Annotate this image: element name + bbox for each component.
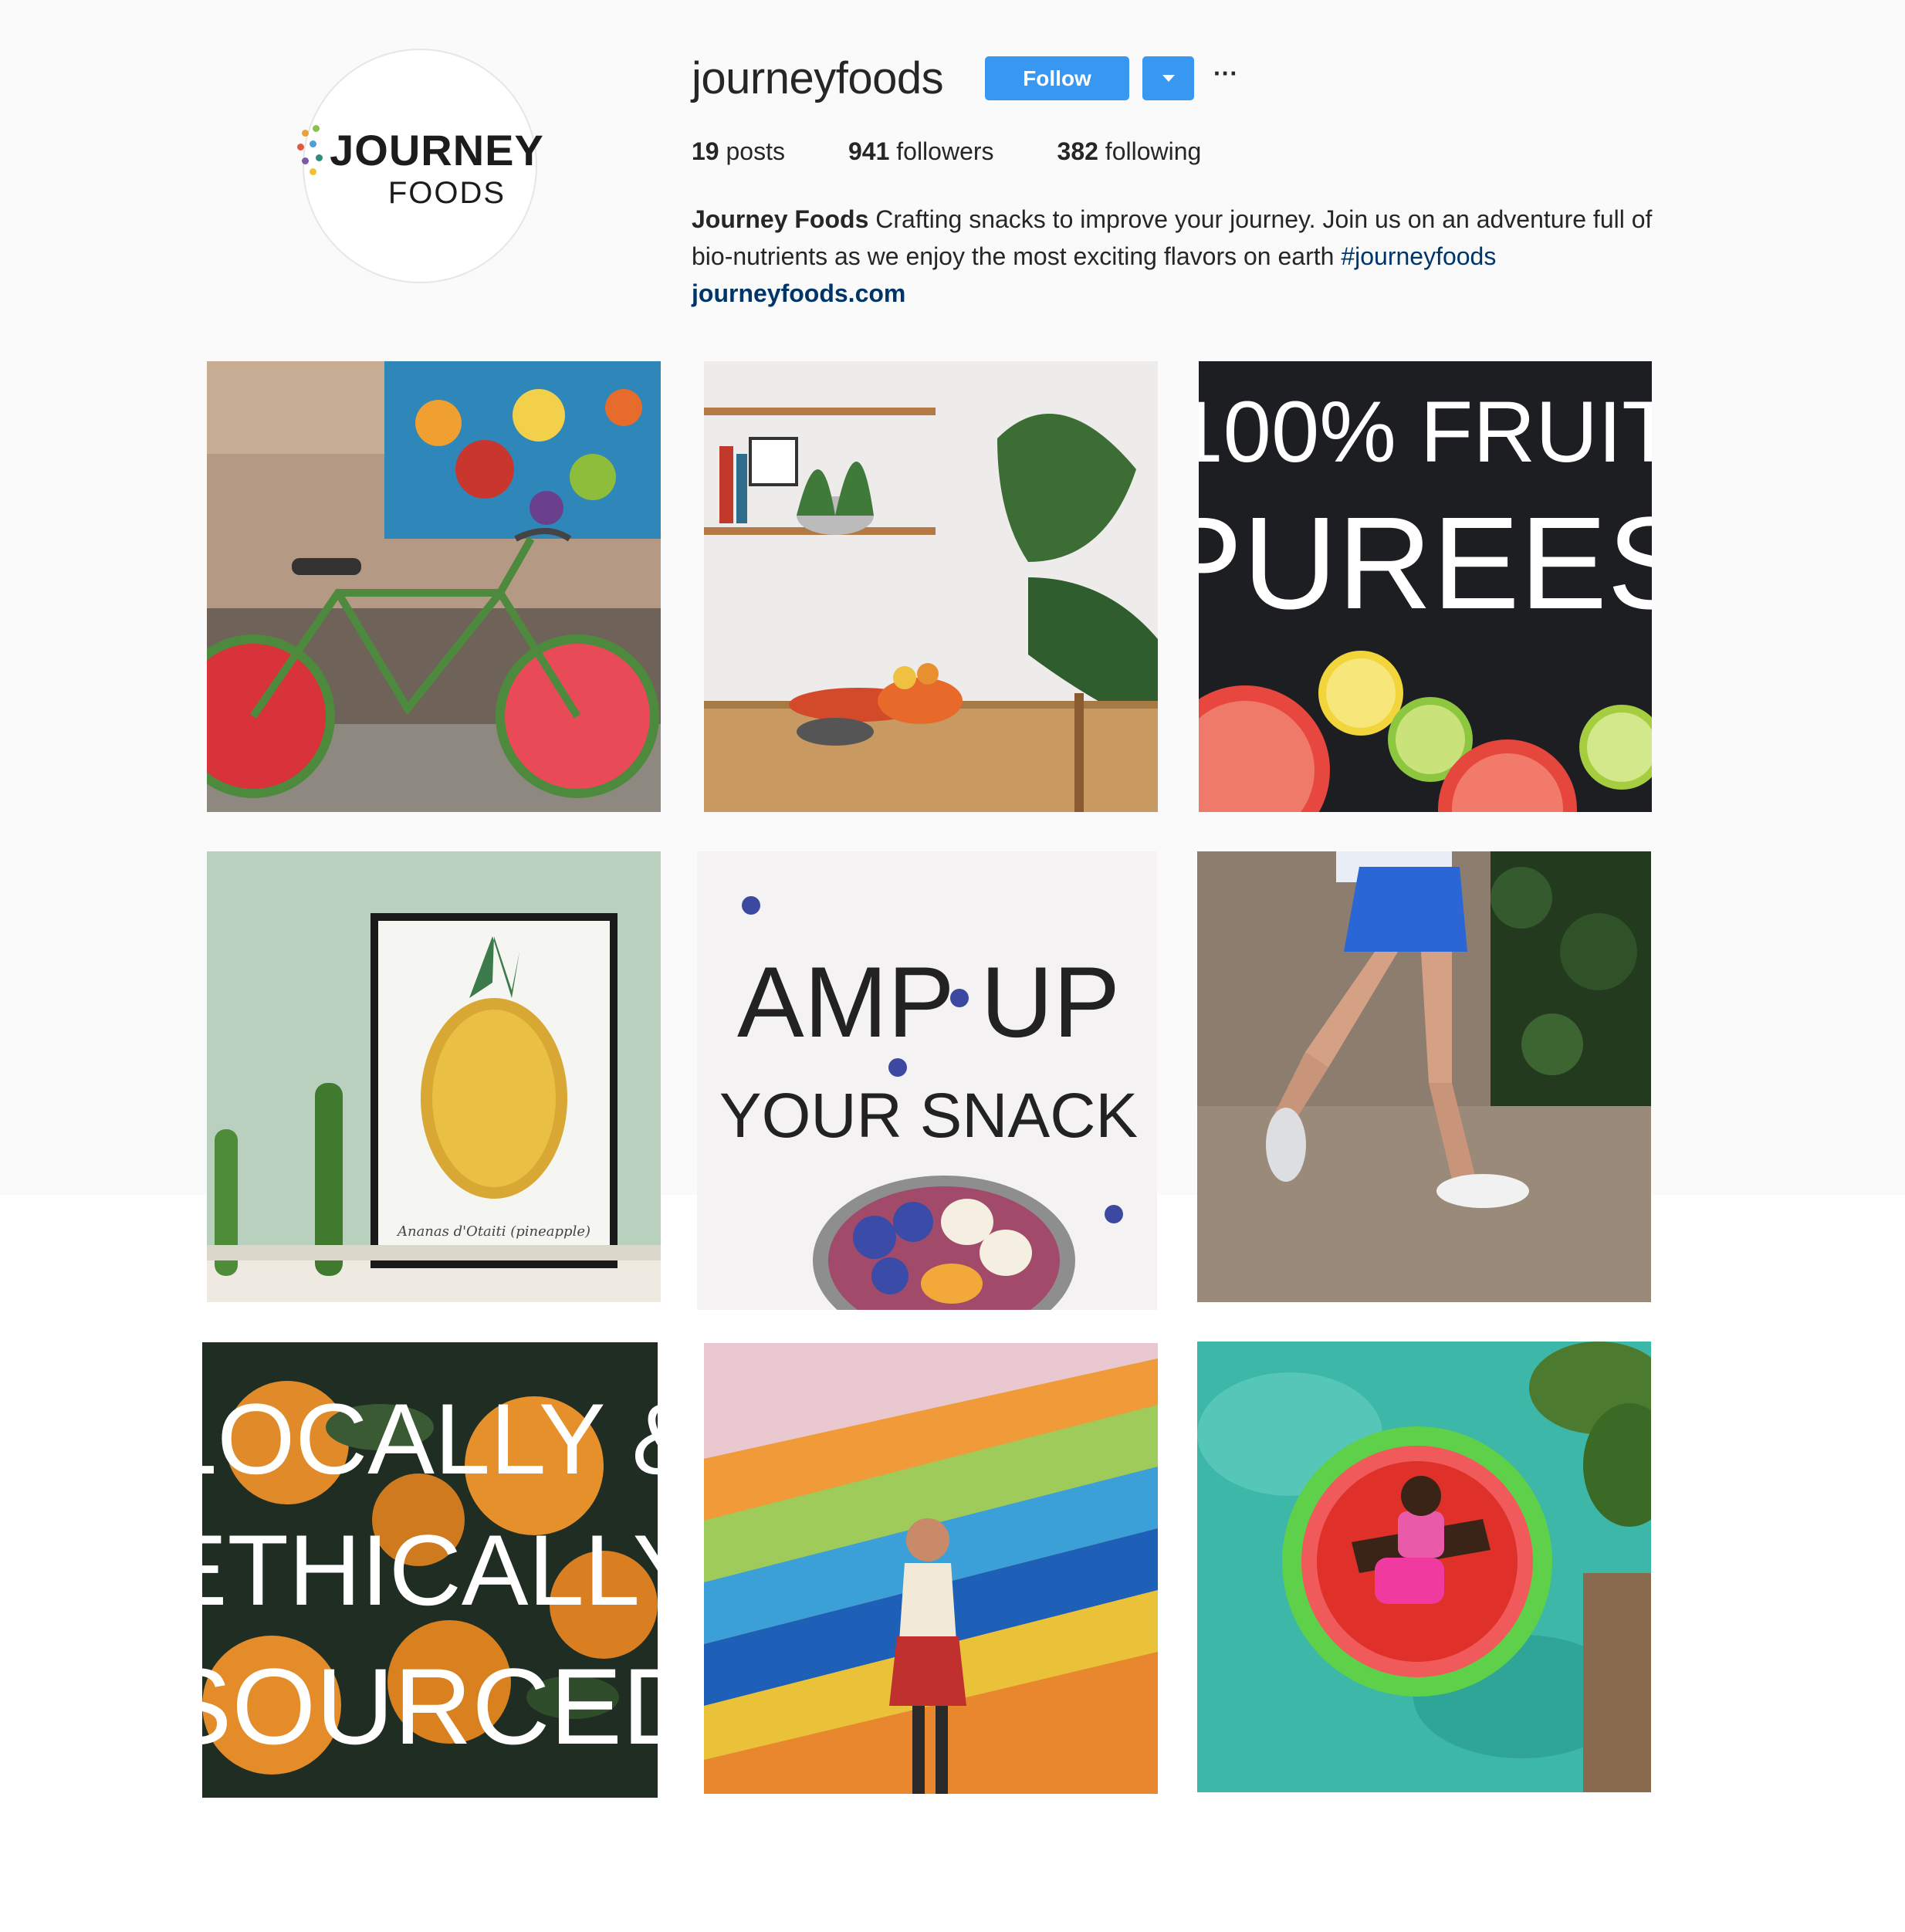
locally-line3: SOURCED bbox=[202, 1646, 658, 1767]
profile-bio: Journey Foods Crafting snacks to improve… bbox=[692, 201, 1687, 312]
logo-line2: FOODS bbox=[387, 176, 506, 210]
pool-float-image bbox=[1197, 1342, 1651, 1792]
post-tile-amp-up-snack[interactable]: AMP UP YOUR SNACK bbox=[697, 851, 1157, 1310]
locally-sourced-image: LOCALLY & ETHICALLY SOURCED bbox=[202, 1342, 658, 1798]
post-tile-locally-sourced[interactable]: LOCALLY & ETHICALLY SOURCED bbox=[202, 1342, 658, 1798]
post-tile-pineapple-poster[interactable]: Ananas d'Otaiti (pineapple) bbox=[207, 851, 661, 1302]
post-tile-watermelon-bike[interactable] bbox=[207, 361, 661, 812]
posts-number: 19 bbox=[692, 137, 719, 165]
follow-button[interactable]: Follow bbox=[985, 56, 1129, 100]
followers-number: 941 bbox=[848, 137, 890, 165]
journey-foods-logo: JOURNEY bbox=[296, 123, 544, 178]
followers-label: followers bbox=[896, 137, 994, 165]
purees-line1: 100% FRUIT bbox=[1199, 384, 1652, 480]
purees-line2: PUREES bbox=[1199, 490, 1652, 637]
amp-up-snack-image: AMP UP YOUR SNACK bbox=[697, 851, 1157, 1310]
watermelon-bike-image bbox=[207, 361, 661, 812]
following-label: following bbox=[1105, 137, 1202, 165]
suggested-dropdown-button[interactable] bbox=[1142, 56, 1194, 100]
rainbow-wall-image bbox=[704, 1343, 1158, 1794]
posts-label: posts bbox=[726, 137, 785, 165]
locally-line1: LOCALLY & bbox=[202, 1382, 658, 1495]
profile-avatar[interactable]: JOURNEY FOODS bbox=[297, 49, 543, 283]
bio-website-link[interactable]: journeyfoods.com bbox=[692, 275, 1687, 312]
amp-up-line1: AMP UP bbox=[737, 946, 1120, 1058]
more-options-icon[interactable]: ··· bbox=[1210, 60, 1241, 96]
pineapple-caption: Ananas d'Otaiti (pineapple) bbox=[396, 1223, 590, 1240]
posts-count: 19 posts bbox=[692, 137, 785, 166]
caret-down-icon bbox=[1162, 75, 1175, 82]
amp-up-line2: YOUR SNACK bbox=[719, 1081, 1138, 1151]
bio-hashtag-link[interactable]: #journeyfoods bbox=[1341, 242, 1496, 270]
followers-count[interactable]: 941 followers bbox=[848, 137, 994, 166]
fruit-purees-image: 100% FRUIT PUREES bbox=[1199, 361, 1652, 812]
following-count[interactable]: 382 following bbox=[1057, 137, 1202, 166]
pineapple-poster-image: Ananas d'Otaiti (pineapple) bbox=[207, 851, 661, 1302]
runner-image bbox=[1197, 851, 1651, 1302]
post-tile-rainbow-wall[interactable] bbox=[704, 1343, 1158, 1794]
locally-line2: ETHICALLY bbox=[202, 1514, 658, 1626]
logo-dots-icon bbox=[296, 123, 327, 178]
profile-stats: 19 posts 941 followers 382 following bbox=[692, 137, 1264, 166]
following-number: 382 bbox=[1057, 137, 1098, 165]
post-tile-runner[interactable] bbox=[1197, 851, 1651, 1302]
post-tile-plants-room[interactable] bbox=[704, 361, 1158, 812]
bio-name: Journey Foods bbox=[692, 205, 869, 233]
post-tile-pool-float[interactable] bbox=[1197, 1342, 1651, 1792]
logo-line1: JOURNEY bbox=[330, 126, 544, 174]
post-tile-fruit-purees[interactable]: 100% FRUIT PUREES bbox=[1199, 361, 1652, 812]
plants-room-image bbox=[704, 361, 1158, 812]
profile-username: journeyfoods bbox=[692, 53, 944, 103]
